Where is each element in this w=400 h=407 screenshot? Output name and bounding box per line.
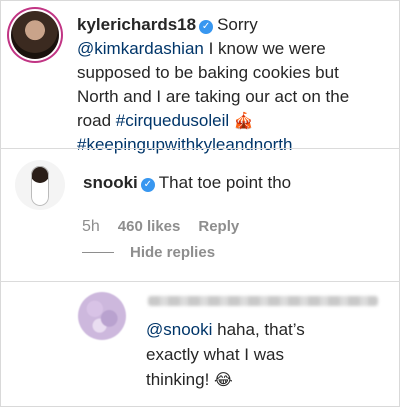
kyle-comment-line2: supposed to be baking cookies but	[77, 63, 339, 82]
kyle-comment-line3: North and I are taking our act on the	[77, 87, 350, 106]
mention-snooki[interactable]: @snooki	[146, 320, 212, 339]
snooki-username[interactable]: snooki	[83, 173, 138, 192]
reply-line3: thinking!	[146, 370, 215, 389]
snooki-figure	[31, 166, 49, 206]
kyle-avatar[interactable]	[11, 11, 59, 59]
verified-badge-icon: ✓	[140, 178, 155, 192]
hashtag-cirquedusoleil[interactable]: #cirquedusoleil	[116, 111, 229, 130]
redacted-avatar[interactable]	[78, 292, 126, 340]
comment-meta: 5h 460 likes Reply	[82, 218, 239, 236]
divider	[0, 281, 400, 282]
joy-emoji-icon: 😂	[214, 370, 233, 389]
kyle-comment: kylerichards18 ✓ Sorry @kimkardashian I kn…	[77, 13, 349, 157]
reply-comment: @snooki haha, that’s exactly what I was …	[146, 317, 305, 392]
snooki-avatar[interactable]	[15, 160, 65, 210]
verified-badge-icon: ✓	[199, 20, 214, 34]
hashtag-keepingupwithkyleandnorth[interactable]: #keepingupwithkyleandnorth	[77, 135, 293, 154]
hide-replies-line	[82, 252, 114, 253]
redacted-username	[148, 296, 378, 306]
reply-line2: exactly what I was	[146, 345, 284, 364]
kyle-username[interactable]: kylerichards18	[77, 15, 196, 34]
hide-replies-button[interactable]: Hide replies	[130, 244, 215, 261]
snooki-comment-text: That toe point tho	[158, 173, 292, 192]
divider	[0, 148, 400, 149]
kyle-comment-line0: Sorry	[217, 15, 258, 34]
reply-line1: haha, that’s	[212, 320, 305, 339]
likes-count[interactable]: 460 likes	[118, 218, 181, 235]
kyle-comment-line4: road	[77, 111, 116, 130]
comment-time: 5h	[82, 218, 100, 235]
snooki-comment: snooki ✓ That toe point tho	[83, 171, 291, 195]
hide-replies-row[interactable]: Hide replies	[82, 244, 215, 261]
mention-kimkardashian[interactable]: @kimkardashian	[77, 39, 204, 58]
kyle-comment-line1: I know we were	[203, 39, 326, 58]
circus-tent-icon: 🎪	[233, 111, 254, 130]
reply-button[interactable]: Reply	[198, 218, 239, 235]
